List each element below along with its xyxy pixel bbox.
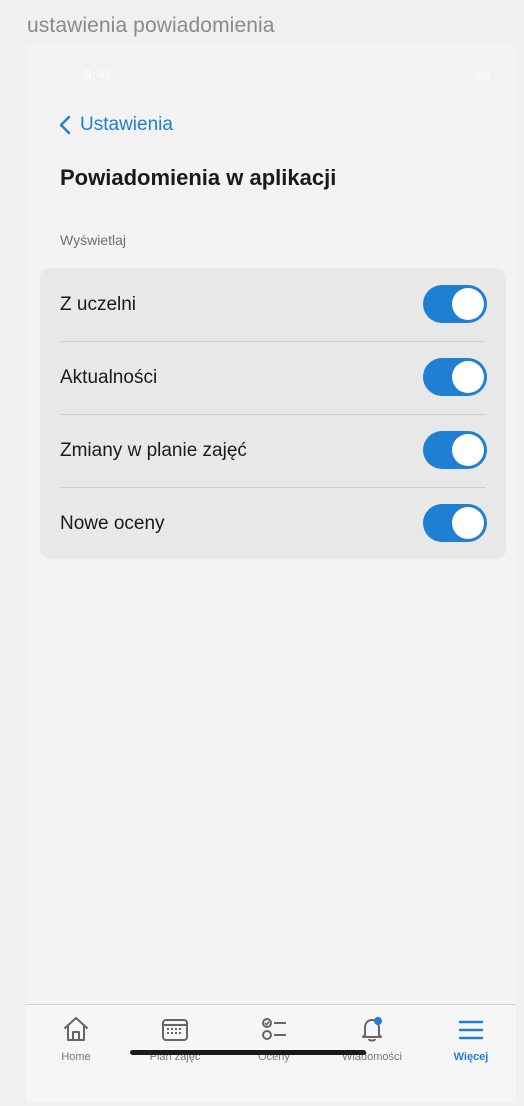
setting-label: Zmiany w planie zajęć — [60, 439, 247, 461]
toggle-knob — [452, 434, 484, 466]
status-time: 9:41 — [84, 66, 113, 82]
setting-label: Aktualności — [60, 366, 158, 388]
chevron-left-icon — [59, 115, 71, 135]
setting-row-z-uczelni: Z uczelni — [40, 268, 506, 341]
status-bar: 9:41 all — [26, 44, 516, 98]
tab-wiadomosci[interactable]: Wiadomości — [327, 1013, 417, 1063]
toggle-knob — [452, 507, 484, 539]
toggle-zmiany-w-planie[interactable] — [423, 431, 487, 469]
phone-screen: 9:41 all Ustawienia Powiadomienia w apli… — [26, 44, 516, 1103]
toggle-knob — [452, 361, 484, 393]
tab-wiecej[interactable]: Więcej — [426, 1013, 516, 1063]
notification-settings-card: Z uczelni Aktualności Zmiany w planie za… — [40, 268, 506, 559]
section-label: Wyświetlaj — [60, 232, 126, 248]
tab-home[interactable]: Home — [31, 1013, 121, 1063]
back-button[interactable]: Ustawienia — [58, 114, 173, 136]
bell-icon — [362, 1017, 382, 1042]
screenshot-caption: ustawienia powiadomienia — [27, 14, 275, 37]
back-button-label: Ustawienia — [80, 114, 173, 135]
page-title: Powiadomienia w aplikacji — [60, 165, 337, 190]
setting-row-nowe-oceny: Nowe oceny — [40, 487, 506, 559]
menu-icon — [458, 1020, 484, 1040]
tab-label: Home — [61, 1051, 91, 1063]
setting-label: Nowe oceny — [60, 512, 165, 534]
calendar-icon — [162, 1019, 188, 1041]
home-indicator — [130, 1050, 366, 1055]
setting-label: Z uczelni — [60, 293, 137, 315]
toggle-knob — [452, 288, 484, 320]
status-indicators: all — [475, 66, 490, 82]
setting-row-aktualnosci: Aktualności — [40, 341, 506, 414]
tab-plan-zajec[interactable]: Plan zajęć — [130, 1013, 220, 1063]
toggle-z-uczelni[interactable] — [423, 285, 487, 323]
tab-oceny[interactable]: Oceny — [229, 1013, 319, 1063]
setting-row-zmiany-w-planie: Zmiany w planie zajęć — [40, 414, 506, 487]
home-icon — [64, 1017, 88, 1041]
checklist-icon — [262, 1018, 286, 1040]
toggle-aktualnosci[interactable] — [423, 358, 487, 396]
tab-label: Więcej — [453, 1051, 489, 1063]
toggle-nowe-oceny[interactable] — [423, 504, 487, 542]
